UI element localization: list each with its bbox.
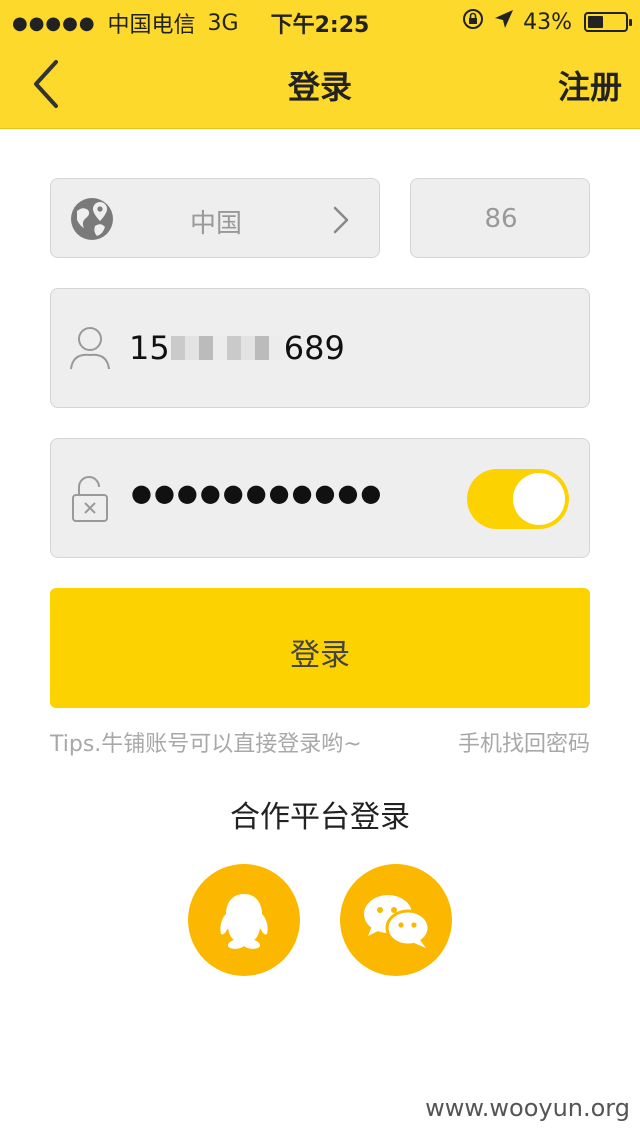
qq-login-button[interactable] (188, 864, 300, 976)
register-button[interactable]: 注册 (558, 62, 622, 108)
country-selector[interactable]: 中国 (50, 178, 380, 258)
tips-text: Tips.牛铺账号可以直接登录哟~ (50, 732, 362, 757)
watermark: www.wooyun.org (425, 1094, 630, 1122)
country-code-value: 86 (484, 204, 518, 234)
forgot-password-link[interactable]: 手机找回密码 (458, 726, 590, 758)
phone-suffix: 689 (283, 329, 345, 367)
page-title: 登录 (287, 68, 352, 106)
login-button[interactable]: 登录 (50, 588, 590, 708)
phone-input[interactable]: 15 689 (50, 288, 590, 408)
user-icon (69, 325, 111, 375)
wechat-login-button[interactable] (340, 864, 452, 976)
phone-prefix: 15 (129, 329, 170, 367)
unlock-icon (71, 475, 109, 527)
qq-icon (220, 894, 268, 949)
battery-icon (584, 12, 632, 32)
battery-percent: 43% (523, 9, 572, 35)
redacted-digits (170, 336, 283, 360)
phone-value: 15 689 (129, 329, 345, 367)
chevron-right-icon (331, 205, 351, 239)
rotation-lock-icon (461, 7, 485, 37)
password-input[interactable]: ●●●●●●●●●●● (50, 438, 590, 558)
top-bar: ●●●●● 中国电信 3G 下午2:25 43% 登录 注册 (0, 0, 640, 129)
show-password-toggle[interactable] (467, 469, 569, 529)
location-arrow-icon (493, 8, 515, 36)
wechat-icon (364, 895, 431, 948)
country-code-field[interactable]: 86 (410, 178, 590, 258)
login-button-label: 登录 (290, 638, 350, 673)
password-value: ●●●●●●●●●●● (131, 479, 384, 507)
toggle-knob (513, 473, 565, 525)
navigation-bar: 登录 注册 (0, 40, 640, 128)
status-bar: ●●●●● 中国电信 3G 下午2:25 43% (0, 0, 640, 40)
partner-login-title: 合作平台登录 (230, 800, 410, 835)
